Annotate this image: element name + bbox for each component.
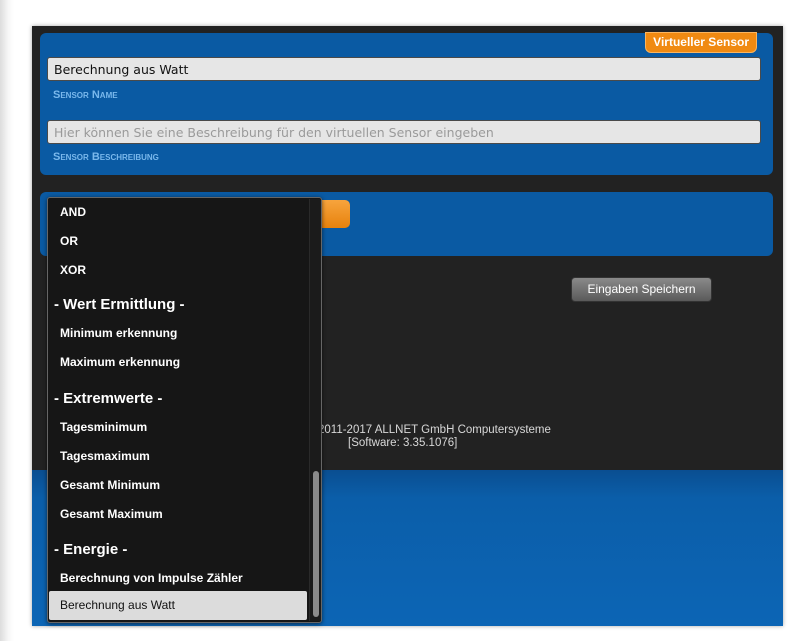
software-version: [Software: 3.35.1076] xyxy=(348,437,458,449)
group-wert-ermittlung: - Wert Ermittlung - xyxy=(54,296,185,313)
page-edge-shadow xyxy=(0,0,14,641)
function-dropdown-list[interactable]: AND OR XOR - Wert Ermittlung - Minimum e… xyxy=(47,197,322,623)
sensor-info-panel: Virtueller Sensor Sensor Name Sensor Bes… xyxy=(40,32,773,175)
option-tagesminimum[interactable]: Tagesminimum xyxy=(60,420,147,434)
option-maximum-erkennung[interactable]: Maximum erkennung xyxy=(60,355,180,369)
option-tagesmaximum[interactable]: Tagesmaximum xyxy=(60,449,150,463)
copyright-text: 2011-2017 ALLNET GmbH Computersysteme xyxy=(318,424,551,436)
sensor-name-label: Sensor Name xyxy=(53,89,118,101)
group-extremwerte: - Extremwerte - xyxy=(54,390,163,407)
save-button[interactable]: Eingaben Speichern xyxy=(571,277,712,302)
footer-copyright: 2011-2017 ALLNET GmbH Computersysteme [S… xyxy=(318,424,578,450)
option-berechnung-aus-watt-selected[interactable]: Berechnung aus Watt xyxy=(49,591,307,620)
virtual-sensor-badge: Virtueller Sensor xyxy=(645,32,757,53)
sensor-description-input[interactable] xyxy=(47,120,761,144)
sensor-description-label: Sensor Beschreibung xyxy=(53,151,159,163)
select-dropdown-button[interactable] xyxy=(318,200,350,228)
group-energie: - Energie - xyxy=(54,541,128,558)
option-gesamt-minimum[interactable]: Gesamt Minimum xyxy=(60,478,160,492)
option-xor[interactable]: XOR xyxy=(60,263,86,277)
option-minimum-erkennung[interactable]: Minimum erkennung xyxy=(60,326,177,340)
option-or[interactable]: OR xyxy=(60,234,78,248)
option-impulse-zaehler[interactable]: Berechnung von Impulse Zähler xyxy=(60,571,243,585)
option-and[interactable]: AND xyxy=(60,205,86,219)
dropdown-scrollbar[interactable] xyxy=(309,199,321,621)
option-gesamt-maximum[interactable]: Gesamt Maximum xyxy=(60,507,163,521)
sensor-name-input[interactable] xyxy=(47,57,761,81)
scrollbar-thumb[interactable] xyxy=(313,471,319,617)
